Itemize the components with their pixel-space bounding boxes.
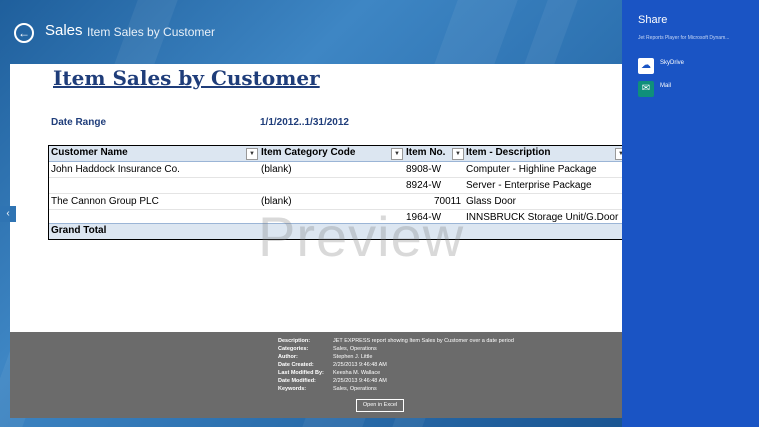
preview-watermark: Preview — [258, 205, 465, 268]
report-details: Description: JET EXPRESS report showing I… — [10, 332, 622, 418]
cell-customer: John Haddock Insurance Co. — [51, 164, 180, 175]
detail-date-modified: Date Modified: 2/25/2013 9:46:48 AM — [278, 378, 387, 384]
col-item-category: Item Category Code — [261, 147, 356, 158]
col-item-description: Item - Description — [466, 147, 551, 158]
detail-date-created: Date Created: 2/25/2013 9:46:48 AM — [278, 362, 387, 368]
back-button[interactable]: ← — [14, 23, 34, 43]
open-in-excel-button[interactable]: Open in Excel — [356, 399, 404, 412]
filter-dropdown-icon[interactable]: ▼ — [452, 148, 464, 160]
share-target-label: Mail — [660, 83, 672, 89]
mail-icon: ✉ — [638, 81, 654, 97]
report-title: Item Sales by Customer — [53, 66, 320, 90]
arrow-left-icon: ← — [18, 26, 30, 40]
filter-dropdown-icon[interactable]: ▼ — [391, 148, 403, 160]
chevron-left-icon: ‹ — [6, 208, 10, 219]
cell-item-no: 8924-W — [406, 180, 442, 191]
share-target-label: SkyDrive — [660, 60, 685, 66]
grand-total-label: Grand Total — [51, 225, 107, 236]
cloud-icon: ☁ — [638, 58, 654, 74]
report-sheet: Item Sales by Customer Date Range 1/1/20… — [10, 64, 622, 332]
share-charm-panel: Share Jet Reports Player for Microsoft D… — [622, 0, 759, 427]
share-target-mail[interactable]: ✉ Mail — [638, 81, 748, 99]
share-target-skydrive[interactable]: ☁ SkyDrive — [638, 58, 748, 76]
detail-categories: Categories: Sales, Operations — [278, 346, 377, 352]
date-range-value: 1/1/2012..1/31/2012 — [260, 117, 349, 128]
detail-last-modified-by: Last Modified By: Keesha M. Wallace — [278, 370, 381, 376]
cell-customer: The Cannon Group PLC — [51, 196, 159, 207]
col-item-no: Item No. — [406, 147, 446, 158]
cell-description: Glass Door — [466, 196, 517, 207]
detail-author: Author: Stephen J. Little — [278, 354, 373, 360]
page-title: Item Sales by Customer — [87, 25, 216, 39]
cell-description: INNSBRUCK Storage Unit/G.Door — [466, 212, 619, 223]
cell-category: (blank) — [261, 164, 292, 175]
filter-dropdown-icon[interactable]: ▼ — [615, 148, 622, 160]
scroll-left-button[interactable]: ‹ — [0, 206, 16, 222]
cell-description: Computer - Highline Package — [466, 164, 597, 175]
date-range-label: Date Range — [51, 117, 107, 128]
detail-description: Description: JET EXPRESS report showing I… — [278, 338, 514, 344]
breadcrumb-app[interactable]: Sales — [45, 22, 83, 39]
app-header: ← Sales Item Sales by Customer — [0, 0, 622, 64]
detail-keywords: Keywords: Sales, Operations — [278, 386, 377, 392]
col-customer-name: Customer Name — [51, 147, 128, 158]
table-header: Customer Name ▼ Item Category Code ▼ Ite… — [49, 146, 622, 162]
cell-description: Server - Enterprise Package — [466, 180, 592, 191]
share-source-app: Jet Reports Player for Microsoft Dynam..… — [638, 35, 730, 41]
share-title: Share — [638, 14, 668, 26]
filter-dropdown-icon[interactable]: ▼ — [246, 148, 258, 160]
cell-item-no: 8908-W — [406, 164, 442, 175]
